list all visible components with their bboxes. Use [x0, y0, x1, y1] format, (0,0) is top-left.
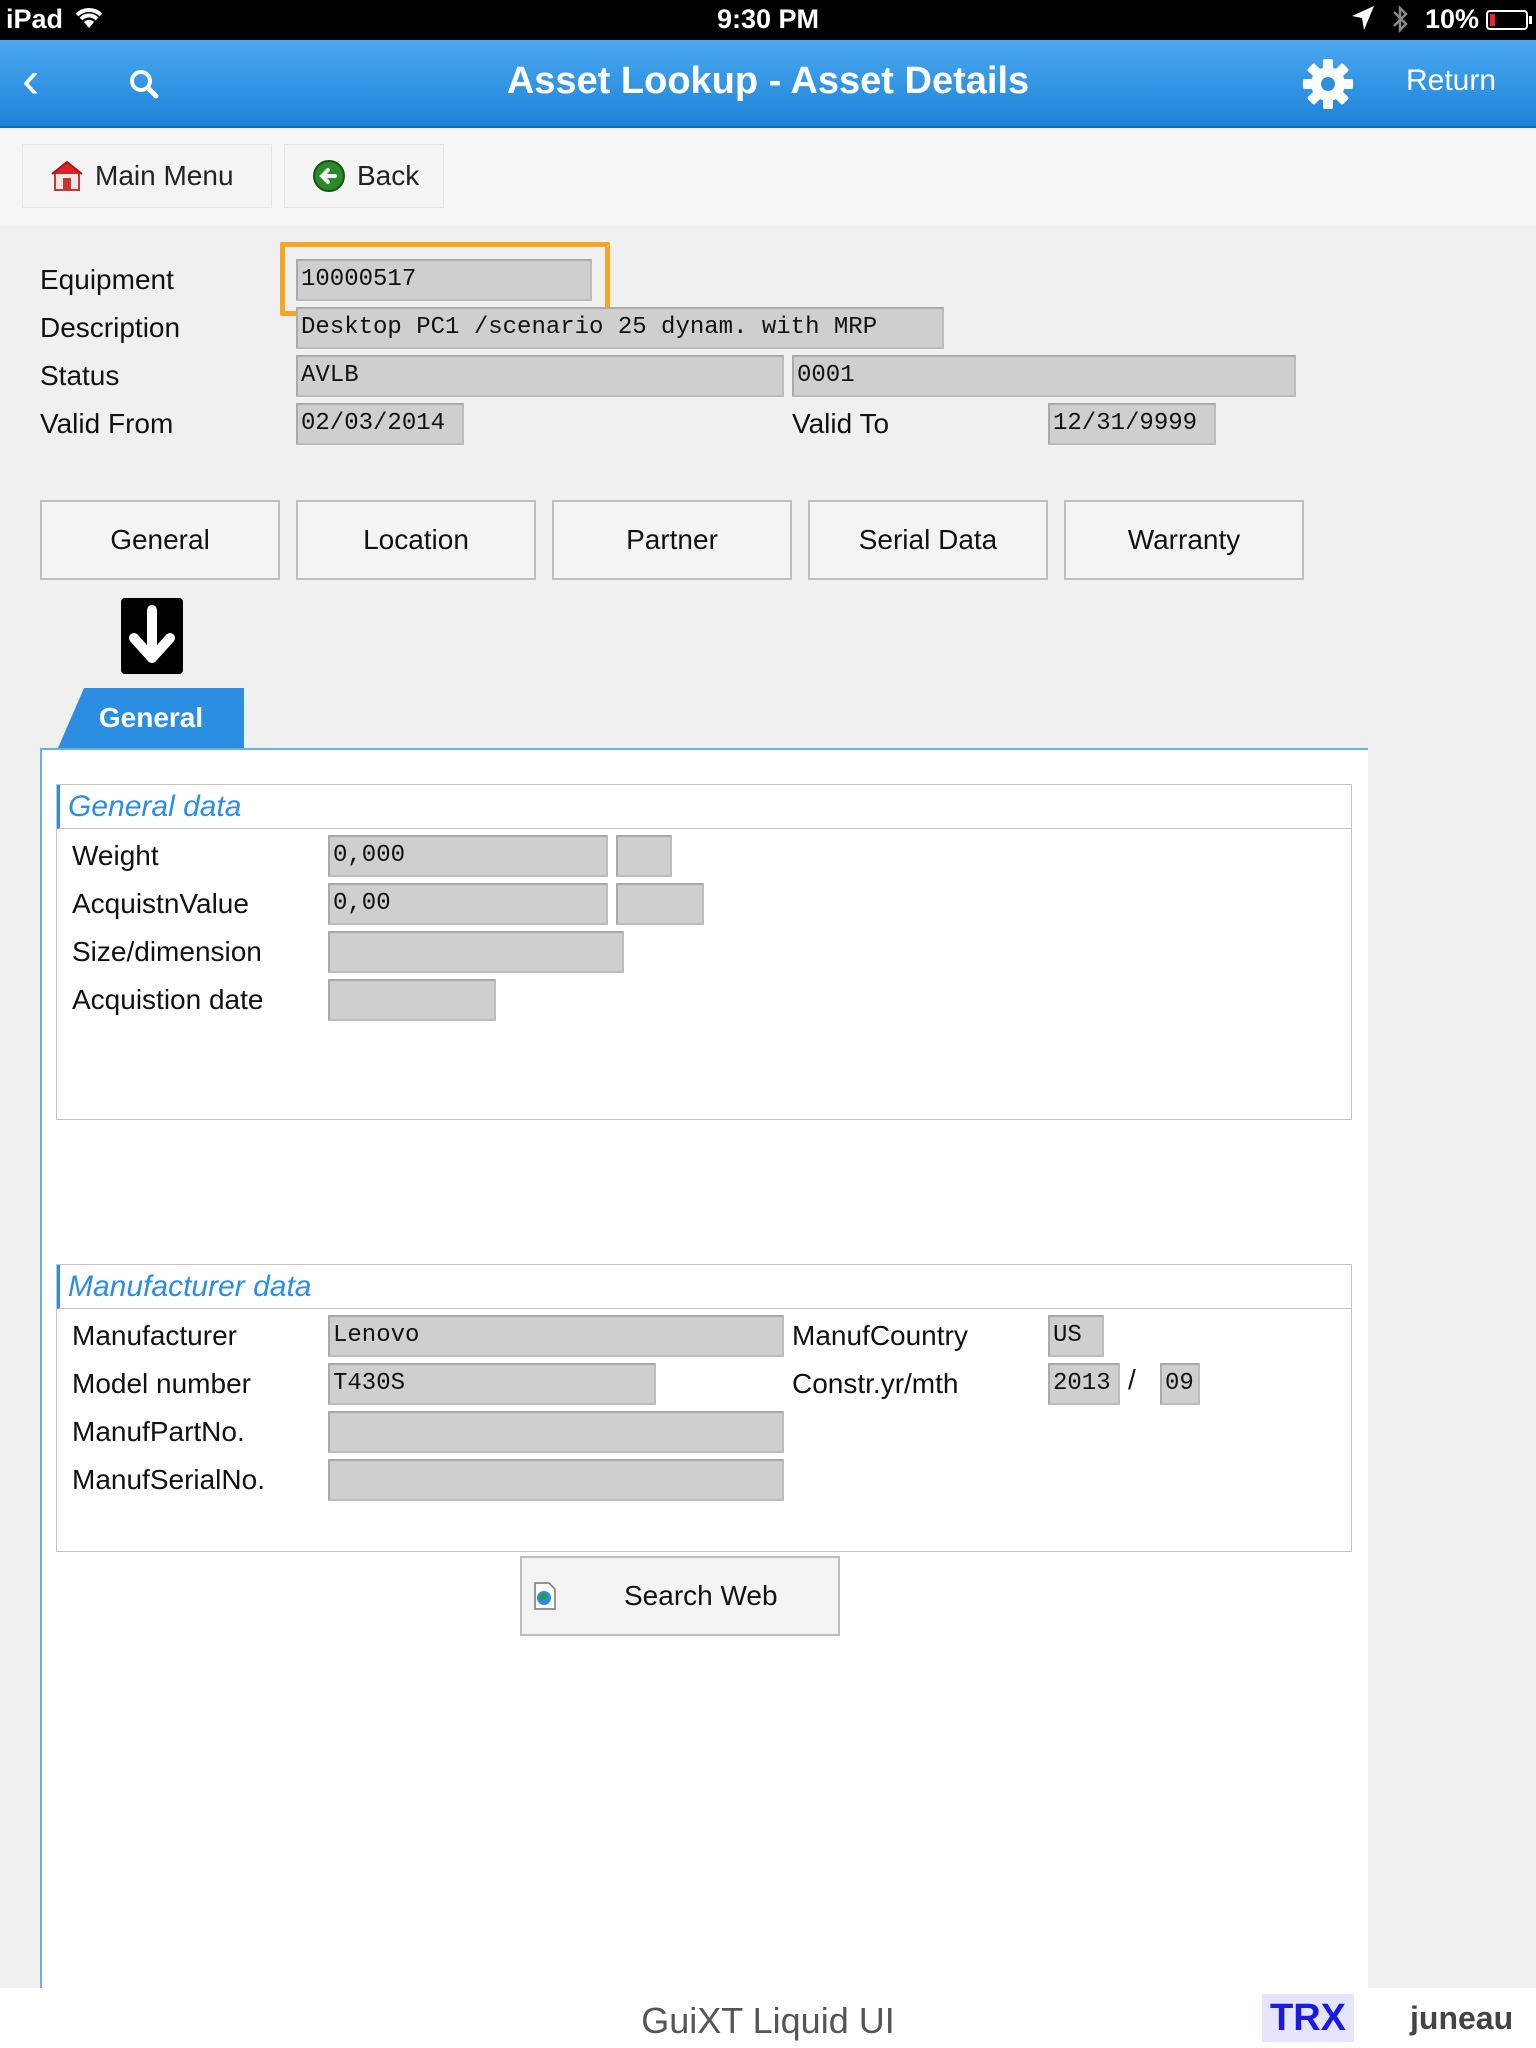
tab-warranty[interactable]: Warranty — [1064, 500, 1304, 580]
construction-year-month-label: Constr.yr/mth — [792, 1368, 959, 1399]
weight-unit-field[interactable] — [616, 835, 672, 877]
tab-general[interactable]: General — [40, 500, 280, 580]
valid-from-label: Valid From — [40, 408, 174, 439]
equipment-field[interactable]: 10000517 — [296, 259, 592, 301]
arrow-down-icon — [121, 598, 183, 674]
general-data-title: General data — [57, 785, 1351, 829]
status-bar: iPad 9:30 PM 10% — [0, 0, 1536, 40]
battery-icon — [1486, 10, 1532, 30]
toolbar: Main Menu Back — [0, 130, 1536, 226]
return-button[interactable]: Return — [1406, 64, 1496, 98]
status-label: Status — [40, 360, 120, 391]
acquisition-value-label: AcquistnValue — [72, 888, 249, 919]
equipment-label: Equipment — [40, 264, 174, 295]
search-web-button[interactable]: Search Web — [520, 1556, 840, 1636]
main-menu-label: Main Menu — [95, 160, 234, 191]
weight-field[interactable]: 0,000 — [328, 835, 608, 877]
navigation-bar: ‹ Asset Lookup - Asset Details Return — [0, 40, 1536, 128]
valid-to-label: Valid To — [792, 408, 890, 439]
manuf-serial-no-field[interactable] — [328, 1459, 784, 1501]
acquisition-value-field[interactable]: 0,00 — [328, 883, 608, 925]
manuf-country-field[interactable]: US — [1048, 1315, 1104, 1357]
clock: 9:30 PM — [716, 4, 820, 34]
manufacturer-label: Manufacturer — [72, 1320, 237, 1351]
acquisition-currency-field[interactable] — [616, 883, 704, 925]
location-arrow-icon — [1352, 6, 1374, 30]
manufacturer-data-group: Manufacturer data — [56, 1264, 1352, 1552]
manuf-part-no-field[interactable] — [328, 1411, 784, 1453]
home-icon — [51, 160, 83, 191]
manuf-country-label: ManufCountry — [792, 1320, 968, 1351]
status-field[interactable]: AVLB — [296, 355, 784, 397]
footer: GuiXT Liquid UI TRX juneau — [0, 1988, 1536, 2048]
tab-partner[interactable]: Partner — [552, 500, 792, 580]
manuf-serial-no-label: ManufSerialNo. — [72, 1464, 265, 1495]
search-web-label: Search Web — [624, 1580, 778, 1611]
manufacturer-field[interactable]: Lenovo — [328, 1315, 784, 1357]
manufacturer-data-title: Manufacturer data — [57, 1265, 1351, 1309]
construction-year-field[interactable]: 2013 — [1048, 1363, 1120, 1405]
size-dimension-field[interactable] — [328, 931, 624, 973]
weight-label: Weight — [72, 840, 159, 871]
back-button[interactable]: Back — [284, 144, 444, 208]
description-field[interactable]: Desktop PC1 /scenario 25 dynam. with MRP — [296, 307, 944, 349]
valid-from-field[interactable]: 02/03/2014 — [296, 403, 464, 445]
battery-percent: 10% — [1425, 4, 1480, 34]
description-label: Description — [40, 312, 181, 343]
back-arrow-icon — [313, 160, 345, 192]
tab-serial-data[interactable]: Serial Data — [808, 500, 1048, 580]
construction-separator: / — [1128, 1364, 1136, 1395]
acquisition-date-label: Acquistion date — [72, 984, 264, 1015]
tab-location[interactable]: Location — [296, 500, 536, 580]
status-code-field[interactable]: 0001 — [792, 355, 1296, 397]
valid-to-field[interactable]: 12/31/9999 — [1048, 403, 1216, 445]
trx-badge[interactable]: TRX — [1262, 1994, 1354, 2042]
model-number-label: Model number — [72, 1368, 251, 1399]
size-dimension-label: Size/dimension — [72, 936, 262, 967]
back-label: Back — [357, 160, 420, 191]
web-page-icon — [534, 1582, 556, 1610]
bluetooth-icon — [1393, 4, 1408, 34]
gear-icon[interactable] — [1300, 56, 1356, 112]
manuf-part-no-label: ManufPartNo. — [72, 1416, 245, 1447]
construction-month-field[interactable]: 09 — [1160, 1363, 1200, 1405]
active-tab-general[interactable]: General — [58, 688, 244, 748]
model-number-field[interactable]: T430S — [328, 1363, 656, 1405]
main-menu-button[interactable]: Main Menu — [22, 144, 272, 208]
username: juneau — [1410, 2000, 1514, 2036]
acquisition-date-field[interactable] — [328, 979, 496, 1021]
